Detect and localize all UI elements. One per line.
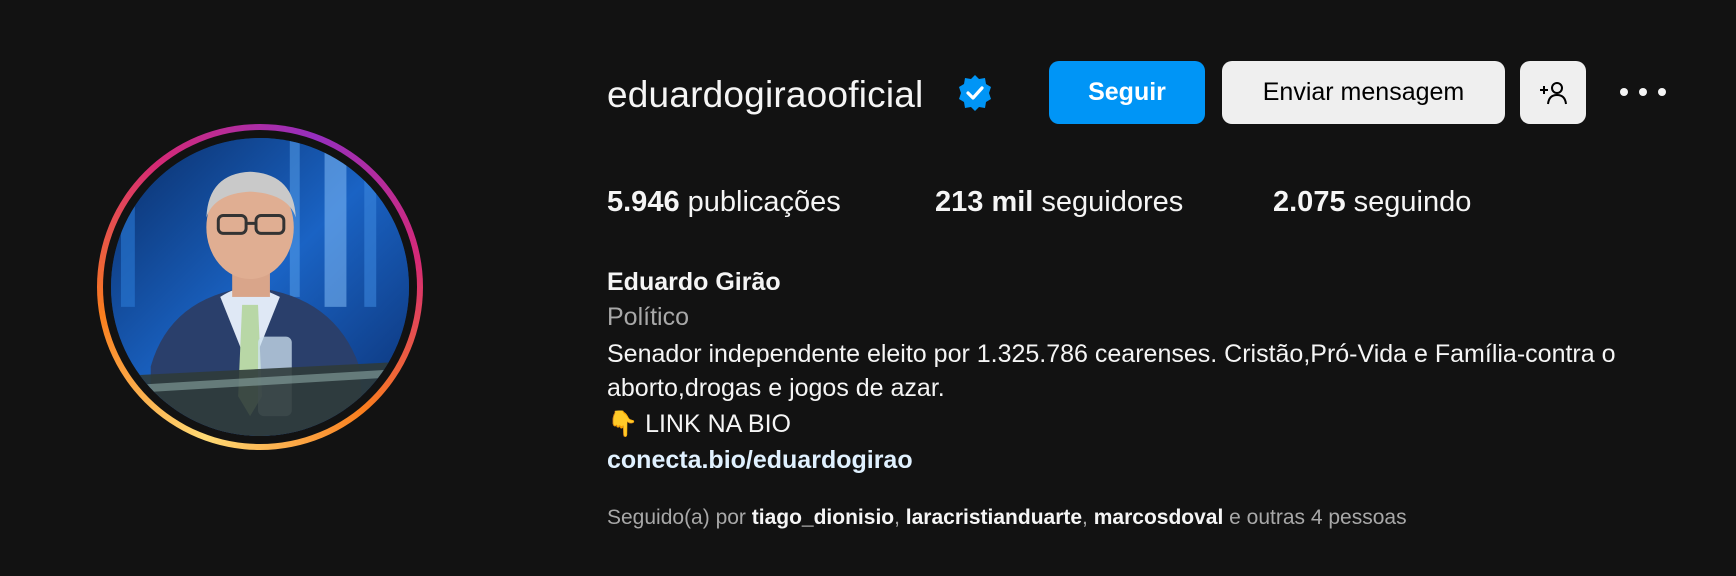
avatar-image	[111, 138, 409, 436]
send-message-button[interactable]: Enviar mensagem	[1222, 61, 1505, 124]
followers-stat[interactable]: 213 mil seguidores	[935, 186, 1183, 219]
profile-header: eduardogiraooficial Seguir Enviar mensag…	[0, 0, 1736, 576]
follow-button[interactable]: Seguir	[1049, 61, 1205, 124]
full-name: Eduardo Girão	[607, 268, 781, 296]
follower-link[interactable]: marcosdoval	[1094, 506, 1224, 529]
posts-stat: 5.946 publicações	[607, 186, 841, 219]
story-ring[interactable]	[97, 124, 423, 450]
follower-link[interactable]: tiago_dionisio	[752, 506, 894, 529]
suggested-accounts-button[interactable]	[1520, 61, 1586, 124]
posts-count: 5.946	[607, 186, 680, 218]
dot	[1620, 88, 1628, 96]
separator: ,	[1082, 506, 1088, 529]
posts-label: publicações	[687, 186, 841, 218]
dot	[1639, 88, 1647, 96]
verified-badge-icon	[959, 75, 991, 111]
separator: ,	[894, 506, 900, 529]
followers-count: 213 mil	[935, 186, 1034, 218]
bio-line: aborto,drogas e jogos de azar.	[607, 374, 945, 402]
followed-by-prefix: Seguido(a) por	[607, 506, 746, 529]
followers-label: seguidores	[1041, 186, 1184, 218]
bio-line: Senador independente eleito por 1.325.78…	[607, 340, 1616, 368]
more-options-icon[interactable]	[1620, 76, 1666, 108]
profile-avatar[interactable]	[111, 138, 409, 436]
username: eduardogiraooficial	[607, 74, 924, 115]
followed-by: Seguido(a) por tiago_dionisio, laracrist…	[607, 506, 1407, 530]
followed-by-suffix[interactable]: e outras 4 pessoas	[1229, 506, 1406, 529]
dot	[1658, 88, 1666, 96]
category-label: Político	[607, 303, 689, 331]
follower-link[interactable]: laracristianduarte	[906, 506, 1082, 529]
bio-line: 👇 LINK NA BIO	[607, 410, 791, 438]
bio-link[interactable]: conecta.bio/eduardogirao	[607, 446, 913, 475]
add-person-icon	[1540, 81, 1567, 104]
following-stat[interactable]: 2.075 seguindo	[1273, 186, 1471, 219]
following-label: seguindo	[1353, 186, 1472, 218]
following-count: 2.075	[1273, 186, 1346, 218]
